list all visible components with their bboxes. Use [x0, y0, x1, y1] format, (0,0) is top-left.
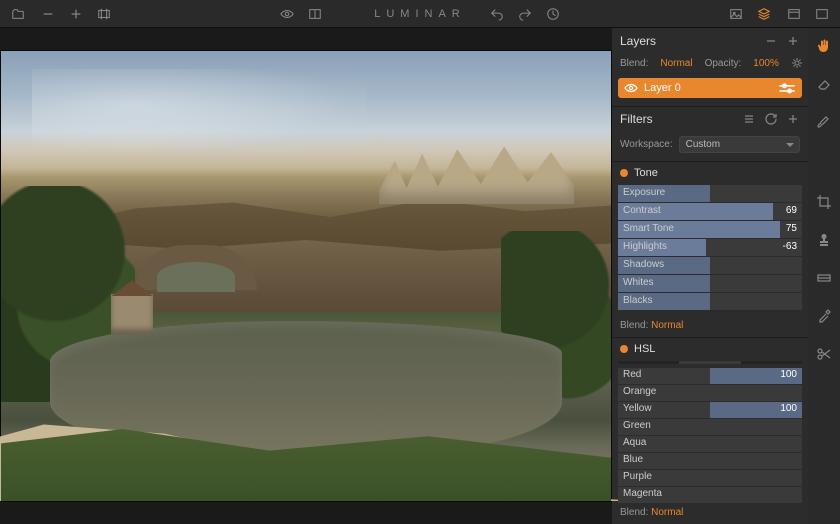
tool-strip	[808, 28, 840, 524]
preview-eye-icon[interactable]	[279, 6, 295, 22]
tone-slider-label: Exposure	[623, 187, 665, 198]
hsl-sliders: Red 100 Orange Yellow 100 Green Aqua Blue Purple…	[612, 364, 808, 504]
hsl-slider-label: Orange	[623, 386, 656, 397]
layers-title: Layers	[620, 34, 756, 48]
hsl-slider-label: Yellow	[623, 403, 652, 414]
tone-slider-label: Highlights	[623, 241, 667, 252]
filters-refresh-icon[interactable]	[764, 112, 778, 126]
hsl-dot-icon	[620, 345, 628, 353]
canvas-viewport[interactable]	[0, 28, 612, 524]
tone-slider-shadows[interactable]: Shadows	[618, 257, 802, 274]
hsl-slider-label: Magenta	[623, 488, 662, 499]
stamp-tool-icon[interactable]	[814, 230, 834, 250]
hsl-blend-value: Normal	[651, 507, 683, 518]
tone-header[interactable]: Tone	[612, 161, 808, 185]
main-area: Layers Blend: Normal Opacity: 100% Layer…	[0, 28, 840, 524]
gradient-tool-icon[interactable]	[814, 268, 834, 288]
open-icon[interactable]	[10, 6, 26, 22]
layer-item-0[interactable]: Layer 0	[618, 78, 802, 98]
zoom-in-icon[interactable]	[68, 6, 84, 22]
hsl-slider-label: Red	[623, 369, 641, 380]
undo-icon[interactable]	[489, 6, 505, 22]
hand-tool-icon[interactable]	[814, 36, 834, 56]
filters-sliders-icon[interactable]	[742, 112, 756, 126]
eraser-tool-icon[interactable]	[814, 74, 834, 94]
hsl-slider-blue[interactable]: Blue	[618, 453, 802, 469]
layers-blend-value[interactable]: Normal	[660, 58, 692, 69]
hsl-slider-purple[interactable]: Purple	[618, 470, 802, 486]
layers-opacity-label: Opacity:	[705, 58, 742, 69]
scissors-tool-icon[interactable]	[814, 344, 834, 364]
hsl-blend-row[interactable]: Blend: Normal	[612, 504, 808, 524]
tone-slider-value: 69	[786, 205, 797, 216]
tone-slider-whites[interactable]: Whites	[618, 275, 802, 292]
hsl-slider-label: Purple	[623, 471, 652, 482]
tone-sliders: Exposure Contrast 69 Smart Tone 75 Highlights…	[612, 185, 808, 317]
hsl-slider-yellow[interactable]: Yellow 100	[618, 402, 802, 418]
hsl-header[interactable]: HSL	[612, 337, 808, 361]
tone-slider-label: Smart Tone	[623, 223, 674, 234]
hsl-slider-green[interactable]: Green	[618, 419, 802, 435]
zoom-out-icon[interactable]	[40, 6, 56, 22]
tone-dot-icon	[620, 169, 628, 177]
hsl-slider-label: Green	[623, 420, 651, 431]
layers-gear-icon[interactable]	[791, 56, 803, 70]
layers-subheader: Blend: Normal Opacity: 100%	[612, 54, 808, 76]
eyedropper-tool-icon[interactable]	[814, 306, 834, 326]
tone-blend-row[interactable]: Blend: Normal	[612, 317, 808, 337]
tone-blend-label: Blend:	[620, 320, 648, 331]
hsl-slider-label: Blue	[623, 454, 643, 465]
tone-slider-value: 75	[786, 223, 797, 234]
tone-slider-value: -63	[783, 241, 797, 252]
photo-preview	[0, 50, 612, 502]
brush-tool-icon[interactable]	[814, 112, 834, 132]
layers-minus-icon[interactable]	[764, 34, 778, 48]
tone-slider-exposure[interactable]: Exposure	[618, 185, 802, 202]
image-panel-icon[interactable]	[728, 6, 744, 22]
layers-opacity-value[interactable]: 100%	[753, 58, 779, 69]
hsl-slider-red[interactable]: Red 100	[618, 368, 802, 384]
layer-adjust-icon[interactable]	[778, 81, 796, 95]
tone-blend-value: Normal	[651, 320, 683, 331]
side-panel: Layers Blend: Normal Opacity: 100% Layer…	[612, 28, 808, 524]
tone-slider-blacks[interactable]: Blacks	[618, 293, 802, 310]
filters-title: Filters	[620, 112, 734, 126]
crop-tool-icon[interactable]	[814, 192, 834, 212]
workspace-dropdown[interactable]: Custom	[679, 136, 800, 153]
hsl-slider-aqua[interactable]: Aqua	[618, 436, 802, 452]
layer-item-label: Layer 0	[644, 82, 681, 94]
hsl-slider-value: 100	[780, 369, 797, 380]
layers-blend-label: Blend:	[620, 58, 648, 69]
top-toolbar: LUMINAR	[0, 0, 840, 28]
hsl-slider-value: 100	[780, 403, 797, 414]
hsl-slider-magenta[interactable]: Magenta	[618, 487, 802, 503]
hsl-slider-label: Aqua	[623, 437, 646, 448]
layer-visibility-icon[interactable]	[624, 81, 638, 95]
fit-icon[interactable]	[96, 6, 112, 22]
workspace-label: Workspace:	[620, 139, 673, 150]
tone-slider-smart-tone[interactable]: Smart Tone 75	[618, 221, 802, 238]
hsl-slider-orange[interactable]: Orange	[618, 385, 802, 401]
tone-title: Tone	[634, 167, 658, 179]
app-brand: LUMINAR	[374, 8, 466, 20]
tone-slider-label: Contrast	[623, 205, 661, 216]
fullscreen-icon[interactable]	[814, 6, 830, 22]
hsl-blend-label: Blend:	[620, 507, 648, 518]
layers-header: Layers	[612, 28, 808, 54]
tone-slider-label: Whites	[623, 277, 654, 288]
tone-slider-label: Shadows	[623, 259, 664, 270]
tone-slider-highlights[interactable]: Highlights -63	[618, 239, 802, 256]
layers-plus-icon[interactable]	[786, 34, 800, 48]
filters-plus-icon[interactable]	[786, 112, 800, 126]
hsl-title: HSL	[634, 343, 655, 355]
window-mode-icon[interactable]	[786, 6, 802, 22]
filters-header: Filters	[612, 106, 808, 132]
redo-icon[interactable]	[517, 6, 533, 22]
tone-slider-label: Blacks	[623, 295, 652, 306]
layers-panel-icon[interactable]	[756, 6, 772, 22]
tone-slider-contrast[interactable]: Contrast 69	[618, 203, 802, 220]
filters-workspace-row: Workspace: Custom	[612, 132, 808, 161]
history-icon[interactable]	[545, 6, 561, 22]
compare-icon[interactable]	[307, 6, 323, 22]
